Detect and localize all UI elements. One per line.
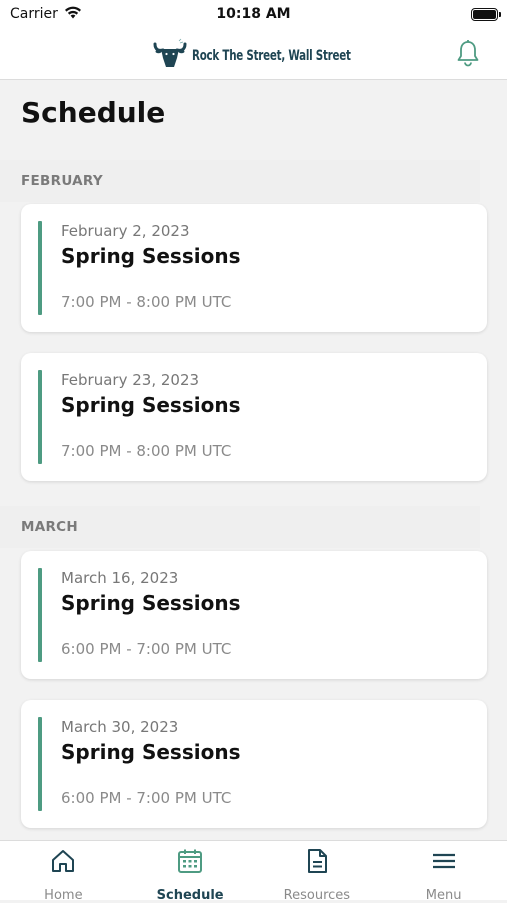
- bull-head-icon: [152, 38, 188, 74]
- calendar-icon: [176, 847, 204, 879]
- event-accent-bar: [38, 717, 42, 811]
- document-icon: [303, 847, 331, 879]
- month-header-february: FEBRUARY: [0, 160, 480, 202]
- tab-schedule-label: Schedule: [156, 888, 224, 903]
- event-title: Spring Sessions: [61, 393, 241, 417]
- event-time: 6:00 PM - 7:00 PM UTC: [61, 640, 232, 658]
- home-icon: [49, 847, 77, 879]
- tab-home-label: Home: [44, 888, 83, 903]
- event-card[interactable]: March 30, 2023 Spring Sessions 6:00 PM -…: [21, 700, 487, 828]
- event-date: March 16, 2023: [61, 569, 179, 587]
- app-header: Rock The Street, Wall Street: [0, 28, 507, 80]
- event-time: 7:00 PM - 8:00 PM UTC: [61, 442, 232, 460]
- hamburger-menu-icon: [430, 847, 458, 879]
- tab-schedule[interactable]: Schedule: [127, 841, 254, 903]
- tab-menu[interactable]: Menu: [380, 841, 507, 903]
- event-card[interactable]: February 23, 2023 Spring Sessions 7:00 P…: [21, 353, 487, 481]
- page-title: Schedule: [21, 96, 166, 129]
- event-accent-bar: [38, 370, 42, 464]
- tab-menu-label: Menu: [425, 888, 462, 903]
- tab-resources[interactable]: Resources: [254, 841, 381, 903]
- tab-home[interactable]: Home: [0, 841, 127, 903]
- event-card[interactable]: March 16, 2023 Spring Sessions 6:00 PM -…: [21, 551, 487, 679]
- status-bar: Carrier 10:18 AM: [0, 0, 507, 28]
- brand-name: Rock The Street, Wall Street: [192, 48, 351, 64]
- event-accent-bar: [38, 568, 42, 662]
- event-date: February 23, 2023: [61, 371, 200, 389]
- event-title: Spring Sessions: [61, 591, 241, 615]
- month-header-march: MARCH: [0, 506, 480, 548]
- event-title: Spring Sessions: [61, 740, 241, 764]
- tab-resources-label: Resources: [283, 888, 351, 903]
- event-date: February 2, 2023: [61, 222, 190, 240]
- carrier-label: Carrier: [10, 6, 58, 22]
- event-card[interactable]: February 2, 2023 Spring Sessions 7:00 PM…: [21, 204, 487, 332]
- event-time: 6:00 PM - 7:00 PM UTC: [61, 789, 232, 807]
- brand-logo[interactable]: Rock The Street, Wall Street: [152, 38, 386, 74]
- bell-icon[interactable]: [455, 39, 481, 67]
- event-date: March 30, 2023: [61, 718, 179, 736]
- event-time: 7:00 PM - 8:00 PM UTC: [61, 293, 232, 311]
- status-left: Carrier: [10, 6, 82, 23]
- event-accent-bar: [38, 221, 42, 315]
- battery-icon: [471, 7, 501, 21]
- bottom-tab-bar: Home Schedule Resources Menu: [0, 840, 507, 903]
- event-title: Spring Sessions: [61, 244, 241, 268]
- wifi-icon: [64, 6, 82, 23]
- schedule-content[interactable]: Schedule FEBRUARY February 2, 2023 Sprin…: [0, 80, 507, 840]
